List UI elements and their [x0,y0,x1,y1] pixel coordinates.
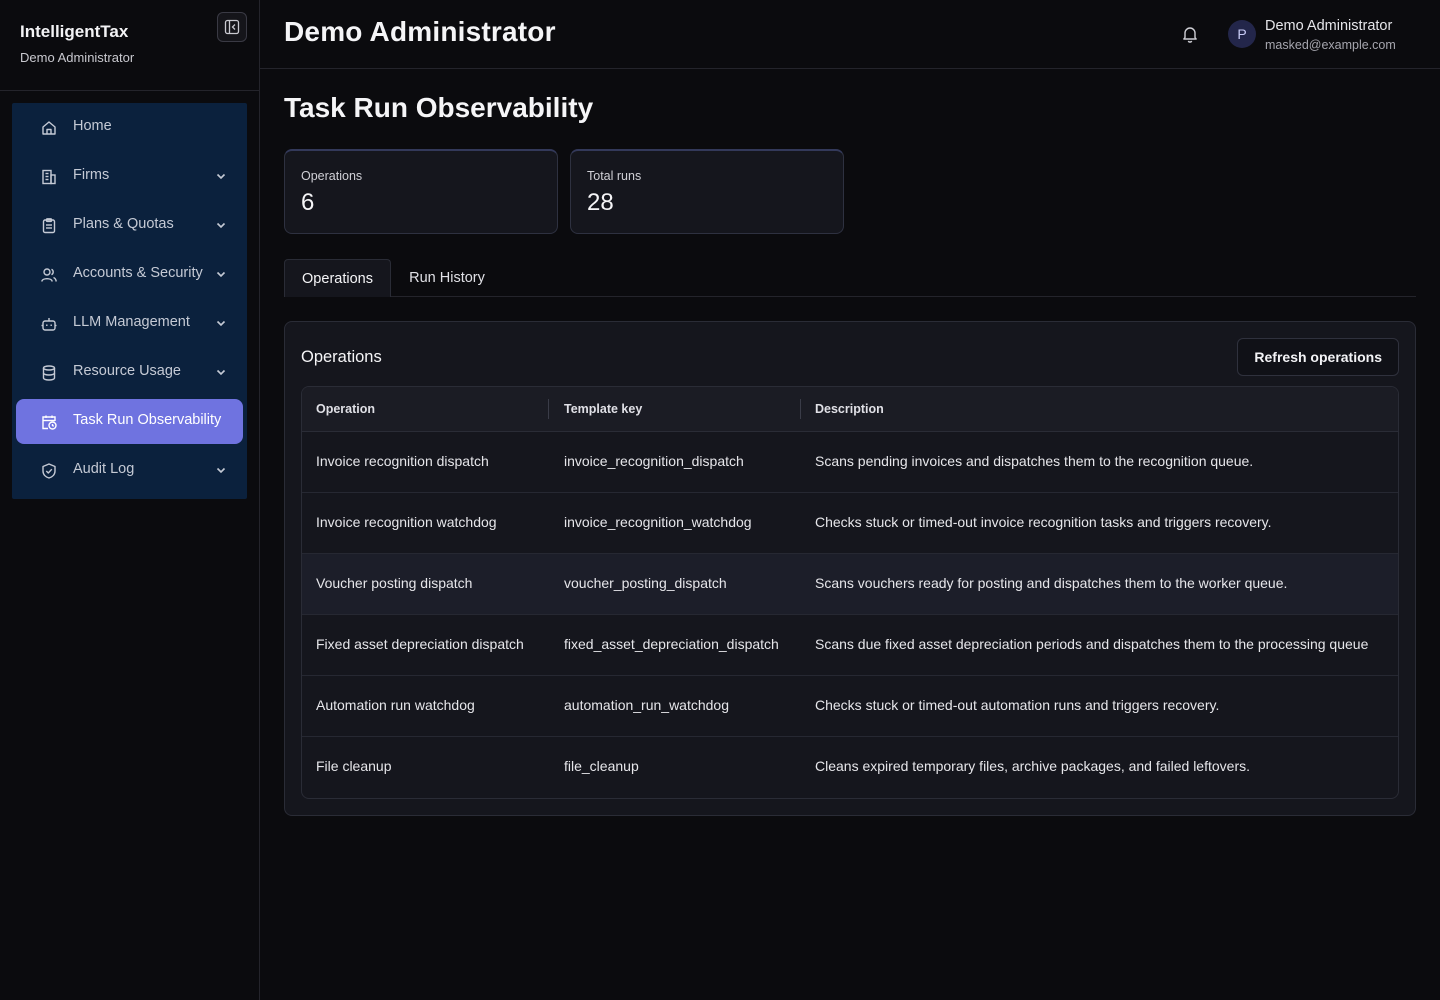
table-row[interactable]: Voucher posting dispatch voucher_posting… [302,554,1398,615]
cell-operation: Automation run watchdog [316,697,475,713]
cell-description: Scans pending invoices and dispatches th… [815,453,1254,469]
table-header: Operation Template key Description [302,387,1398,432]
table-row[interactable]: Invoice recognition watchdog invoice_rec… [302,493,1398,554]
column-divider[interactable] [548,399,549,419]
operations-card: Operations Refresh operations Operation … [284,321,1416,816]
brand-subtitle: Demo Administrator [20,50,135,65]
sidebar-item-label: Firms [73,167,110,183]
sidebar-item-plans-quotas[interactable]: Plans & Quotas [16,203,243,248]
sidebar-item-label: Home [73,118,112,134]
chevron-down-icon [216,222,226,229]
column-header-operation[interactable]: Operation [316,402,375,416]
tab-bar: Operations Run History [284,259,1416,297]
table-row[interactable]: Fixed asset depreciation dispatch fixed_… [302,615,1398,676]
stat-card-total-runs: Total runs 28 [570,149,844,234]
chevron-down-icon [216,467,226,474]
bot-icon [41,318,57,331]
cell-description: Scans vouchers ready for posting and dis… [815,575,1288,591]
table-row[interactable]: File cleanup file_cleanup Cleans expired… [302,737,1398,798]
cell-description: Checks stuck or timed-out automation run… [815,697,1220,713]
chevron-down-icon [216,369,226,376]
clipboard-icon [42,218,56,234]
avatar[interactable]: P [1228,20,1256,48]
cell-template-key: voucher_posting_dispatch [564,575,727,591]
sidebar-item-home[interactable]: Home [16,105,243,150]
sidebar-item-task-run-observability[interactable]: Task Run Observability [16,399,243,444]
bell-icon[interactable] [1180,24,1200,44]
sidebar-item-label: Resource Usage [73,363,181,379]
column-divider[interactable] [800,399,801,419]
sidebar-item-resource-usage[interactable]: Resource Usage [16,350,243,395]
cell-description: Checks stuck or timed-out invoice recogn… [815,514,1272,530]
building-icon [42,169,56,185]
shield-check-icon [42,463,56,479]
column-header-description[interactable]: Description [815,402,884,416]
tab-operations[interactable]: Operations [284,259,391,297]
column-header-template-key[interactable]: Template key [564,402,642,416]
sidebar-item-label: Accounts & Security [73,265,203,281]
cell-template-key: invoice_recognition_dispatch [564,453,744,469]
operations-table: Operation Template key Description Invoi… [301,386,1399,799]
database-icon [42,365,56,381]
sidebar-item-llm-management[interactable]: LLM Management [16,301,243,346]
cell-description: Scans due fixed asset depreciation perio… [815,636,1369,652]
cell-operation: Invoice recognition watchdog [316,514,497,530]
cell-template-key: automation_run_watchdog [564,697,730,713]
chevron-down-icon [216,320,226,327]
card-title: Operations [301,348,382,366]
cell-operation: Fixed asset depreciation dispatch [316,636,524,652]
calendar-clock-icon [42,415,57,430]
top-header: Demo Administrator P Demo Administrator … [260,0,1440,69]
chevron-down-icon [216,271,226,278]
cell-template-key: fixed_asset_depreciation_dispatch [564,636,779,652]
sidebar-item-label: Audit Log [73,461,135,477]
sidebar-item-label: Task Run Observability [73,412,222,428]
cell-operation: File cleanup [316,758,392,774]
sidebar-item-firms[interactable]: Firms [16,154,243,199]
user-name[interactable]: Demo Administrator [1265,18,1392,34]
cell-operation: Voucher posting dispatch [316,575,473,591]
sidebar-item-accounts-security[interactable]: Accounts & Security [16,252,243,297]
collapse-sidebar-button[interactable] [217,12,247,42]
header-title: Demo Administrator [284,16,556,47]
tab-run-history[interactable]: Run History [392,259,502,297]
cell-description: Cleans expired temporary files, archive … [815,758,1250,774]
cell-operation: Invoice recognition dispatch [316,453,489,469]
page-title: Task Run Observability [284,92,594,123]
table-row[interactable]: Automation run watchdog automation_run_w… [302,676,1398,737]
sidebar-divider [0,90,260,91]
table-row[interactable]: Invoice recognition dispatch invoice_rec… [302,432,1398,493]
sidebar-item-audit-log[interactable]: Audit Log [16,448,243,493]
refresh-operations-button[interactable]: Refresh operations [1237,338,1399,376]
sidebar: IntelligentTax Demo Administrator Home F… [0,0,260,1000]
cell-template-key: invoice_recognition_watchdog [564,514,752,530]
cell-template-key: file_cleanup [564,758,639,774]
brand-title: IntelligentTax [20,22,129,41]
panel-left-close-icon [224,19,240,35]
stat-label: Total runs [587,169,642,183]
stat-value: 28 [587,189,614,216]
brand: IntelligentTax Demo Administrator [20,22,134,65]
sidebar-item-label: LLM Management [73,314,190,330]
stat-label: Operations [301,169,363,183]
user-email: masked@example.com [1265,38,1396,52]
sidebar-nav: Home Firms Plans & Quotas Accounts & Sec… [12,103,247,499]
users-icon [41,268,57,282]
sidebar-item-label: Plans & Quotas [73,216,174,232]
chevron-down-icon [216,173,226,180]
stat-value: 6 [301,189,315,216]
stat-card-operations: Operations 6 [284,149,558,234]
home-icon [42,121,56,135]
